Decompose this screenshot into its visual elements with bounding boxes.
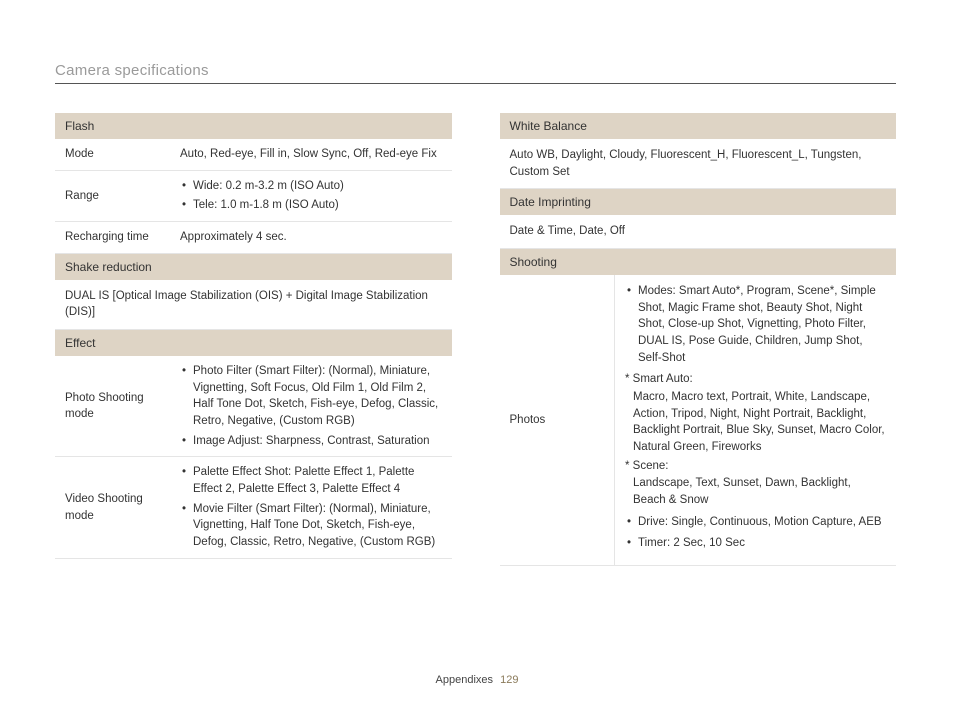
cell-value: Auto WB, Daylight, Cloudy, Fluorescent_H…	[500, 139, 897, 189]
right-column: White Balance Auto WB, Daylight, Cloudy,…	[500, 113, 897, 566]
shooting-table: Photos Modes: Smart Auto*, Program, Scen…	[500, 275, 897, 566]
section-wb: White Balance	[500, 113, 897, 139]
cell-label: Video Shooting mode	[55, 457, 170, 558]
left-column: Flash Mode Auto, Red-eye, Fill in, Slow …	[55, 113, 452, 566]
list-item: Drive: Single, Continuous, Motion Captur…	[625, 514, 886, 531]
subnote-label: * Smart Auto:	[625, 371, 886, 388]
cell-label: Range	[55, 170, 170, 221]
cell-label: Photos	[500, 275, 615, 566]
page-title: Camera specifications	[55, 62, 209, 79]
page-number: 129	[500, 674, 518, 686]
section-shooting: Shooting	[500, 249, 897, 275]
wb-table: Auto WB, Daylight, Cloudy, Fluorescent_H…	[500, 139, 897, 189]
list-item: Palette Effect Shot: Palette Effect 1, P…	[180, 464, 442, 497]
shake-table: DUAL IS [Optical Image Stabilization (OI…	[55, 280, 452, 330]
subnote-body: Macro, Macro text, Portrait, White, Land…	[625, 389, 886, 456]
list-item: Modes: Smart Auto*, Program, Scene*, Sim…	[625, 283, 886, 366]
cell-value: Auto, Red-eye, Fill in, Slow Sync, Off, …	[170, 139, 452, 170]
cell-value: Approximately 4 sec.	[170, 222, 452, 254]
cell-label: Recharging time	[55, 222, 170, 254]
table-row: Mode Auto, Red-eye, Fill in, Slow Sync, …	[55, 139, 452, 170]
footer-label: Appendixes	[436, 674, 494, 686]
section-date: Date Imprinting	[500, 189, 897, 215]
cell-value: Wide: 0.2 m-3.2 m (ISO Auto) Tele: 1.0 m…	[170, 170, 452, 221]
list-item: Wide: 0.2 m-3.2 m (ISO Auto)	[180, 178, 442, 195]
effect-table: Photo Shooting mode Photo Filter (Smart …	[55, 356, 452, 559]
subnote-label: * Scene:	[625, 458, 886, 475]
title-underline	[55, 83, 896, 84]
section-effect: Effect	[55, 330, 452, 356]
cell-value: Photo Filter (Smart Filter): (Normal), M…	[170, 356, 452, 457]
list-item: Photo Filter (Smart Filter): (Normal), M…	[180, 363, 442, 430]
footer: Appendixes 129	[0, 674, 954, 686]
list-item: Tele: 1.0 m-1.8 m (ISO Auto)	[180, 197, 442, 214]
flash-table: Mode Auto, Red-eye, Fill in, Slow Sync, …	[55, 139, 452, 254]
table-row: Photos Modes: Smart Auto*, Program, Scen…	[500, 275, 897, 566]
table-row: Photo Shooting mode Photo Filter (Smart …	[55, 356, 452, 457]
date-table: Date & Time, Date, Off	[500, 215, 897, 249]
table-row: Video Shooting mode Palette Effect Shot:…	[55, 457, 452, 558]
table-row: Auto WB, Daylight, Cloudy, Fluorescent_H…	[500, 139, 897, 189]
cell-value: DUAL IS [Optical Image Stabilization (OI…	[55, 280, 452, 330]
subnote-body: Landscape, Text, Sunset, Dawn, Backlight…	[625, 475, 886, 508]
cell-value: Palette Effect Shot: Palette Effect 1, P…	[170, 457, 452, 558]
table-row: DUAL IS [Optical Image Stabilization (OI…	[55, 280, 452, 330]
list-item: Movie Filter (Smart Filter): (Normal), M…	[180, 501, 442, 551]
content-columns: Flash Mode Auto, Red-eye, Fill in, Slow …	[55, 113, 896, 566]
cell-value: Modes: Smart Auto*, Program, Scene*, Sim…	[615, 275, 897, 566]
list-item: Timer: 2 Sec, 10 Sec	[625, 535, 886, 552]
table-row: Date & Time, Date, Off	[500, 215, 897, 248]
table-row: Recharging time Approximately 4 sec.	[55, 222, 452, 254]
cell-label: Mode	[55, 139, 170, 170]
list-item: * Scene: Landscape, Text, Sunset, Dawn, …	[625, 458, 886, 509]
section-shake: Shake reduction	[55, 254, 452, 280]
section-flash: Flash	[55, 113, 452, 139]
list-item: * Smart Auto: Macro, Macro text, Portrai…	[625, 371, 886, 455]
table-row: Range Wide: 0.2 m-3.2 m (ISO Auto) Tele:…	[55, 170, 452, 221]
list-item: Image Adjust: Sharpness, Contrast, Satur…	[180, 433, 442, 450]
cell-value: Date & Time, Date, Off	[500, 215, 897, 248]
cell-label: Photo Shooting mode	[55, 356, 170, 457]
